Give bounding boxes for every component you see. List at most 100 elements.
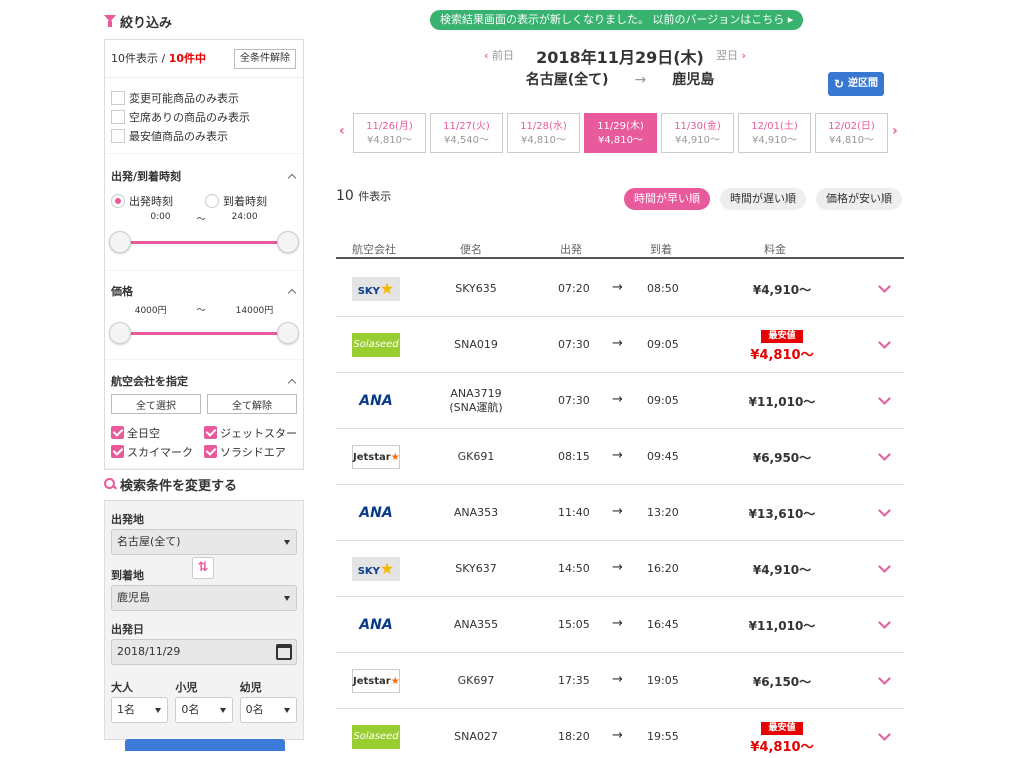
star-icon: ★	[390, 452, 400, 463]
destination-select[interactable]: 鹿児島	[111, 585, 297, 611]
checkbox[interactable]	[111, 90, 125, 105]
date-tab[interactable]: 11/27(火) ¥4,540〜	[430, 113, 503, 153]
slider-handle-min[interactable]	[109, 231, 131, 253]
checked-icon[interactable]	[204, 426, 217, 439]
chevron-down-icon[interactable]	[878, 728, 891, 741]
date-tab-price: ¥4,910〜	[675, 135, 720, 146]
flight-row[interactable]: Solaseed SNA019 07:30 → 09:05 最安値 ¥4,810〜	[336, 317, 904, 373]
price-range-values: 4000円 〜 14000円	[105, 303, 303, 319]
flight-code: GK697	[457, 674, 495, 687]
slider-handle-max[interactable]	[277, 231, 299, 253]
reverse-route-button[interactable]: 逆区間	[828, 72, 884, 96]
date-tab[interactable]: 11/28(水) ¥4,810〜	[507, 113, 580, 153]
search-button[interactable]	[125, 739, 285, 751]
swap-icon[interactable]: ⇅	[192, 557, 214, 579]
option-cheapest-only[interactable]: 最安値商品のみ表示	[105, 126, 303, 145]
origin-select[interactable]: 名古屋(全て)	[111, 529, 297, 555]
flight-row[interactable]: ANA ANA3719 (SNA運航) 07:30 → 09:05 ¥11,010〜	[336, 373, 904, 429]
flight-row[interactable]: ANA ANA353 11:40 → 13:20 ¥13,610〜	[336, 485, 904, 541]
adult-select[interactable]: 1名	[111, 697, 169, 723]
chevron-left-icon[interactable]: ‹	[339, 123, 345, 139]
airline-logo: ANA	[352, 501, 400, 525]
price-section-header[interactable]: 価格	[105, 281, 303, 303]
checked-icon[interactable]	[111, 426, 124, 439]
prev-day-link[interactable]: ‹ 前日	[484, 47, 514, 63]
airline-section: 航空会社を指定 全て選択 全て解除 全日空 ジェットスター スカイマーク ソラシ…	[105, 360, 303, 468]
chevron-down-icon[interactable]	[878, 336, 891, 349]
option-changeable[interactable]: 変更可能商品のみ表示	[105, 88, 303, 107]
airline-checkbox-jetstar[interactable]: ジェットスター	[204, 424, 297, 441]
airline-checkbox-solaseed[interactable]: ソラシドエア	[204, 443, 297, 460]
option-seats-available[interactable]: 空席ありの商品のみ表示	[105, 107, 303, 126]
date-tab[interactable]: 12/02(日) ¥4,810〜	[815, 113, 888, 153]
time-from: 0:00	[150, 212, 171, 222]
fare-value: ¥11,010〜	[748, 619, 816, 633]
collapse-icon[interactable]	[287, 173, 297, 183]
chevron-down-icon[interactable]	[878, 560, 891, 573]
date-tab[interactable]: 11/29(木) ¥4,810〜	[584, 113, 657, 153]
fare-value: ¥13,610〜	[748, 507, 816, 521]
clear-all-button[interactable]: 全条件解除	[234, 49, 296, 69]
sidebar: 絞り込み 10件表示 / 10件中 全条件解除 変更可能商品のみ表示 空席ありの…	[104, 0, 304, 751]
radio-departure-time[interactable]: 出発時刻	[105, 192, 173, 210]
next-day-label: 翌日	[716, 49, 738, 62]
checkbox[interactable]	[111, 109, 125, 124]
chevron-down-icon[interactable]	[878, 672, 891, 685]
chevron-right-icon[interactable]: ›	[892, 123, 898, 139]
collapse-icon[interactable]	[287, 288, 297, 298]
chevron-down-icon[interactable]	[878, 392, 891, 405]
price-slider[interactable]	[109, 321, 299, 345]
flight-row[interactable]: ANA ANA355 15:05 → 16:45 ¥11,010〜	[336, 597, 904, 653]
filter-title: 絞り込み	[120, 15, 173, 31]
flight-row[interactable]: SKY★ SKY635 07:20 → 08:50 ¥4,910〜	[336, 261, 904, 317]
date-tab[interactable]: 11/30(金) ¥4,910〜	[661, 113, 734, 153]
departure-time: 11:40	[558, 506, 590, 519]
chevron-down-icon[interactable]	[878, 448, 891, 461]
new-version-notice[interactable]: 検索結果画面の表示が新しくなりました。 以前のバージョンはこちら ▸	[430, 10, 804, 30]
slider-handle-max[interactable]	[277, 322, 299, 344]
date-input[interactable]: 2018/11/29	[111, 639, 297, 665]
radio-button[interactable]	[111, 194, 125, 208]
date-tab-price: ¥4,910〜	[752, 135, 797, 146]
date-tab[interactable]: 11/26(月) ¥4,810〜	[353, 113, 426, 153]
slider-handle-min[interactable]	[109, 322, 131, 344]
chevron-down-icon[interactable]	[878, 504, 891, 517]
flight-row[interactable]: Jetstar★ GK697 17:35 → 19:05 ¥6,150〜	[336, 653, 904, 709]
checked-icon[interactable]	[204, 445, 217, 458]
option-label: 変更可能商品のみ表示	[129, 91, 239, 105]
flight-row[interactable]: Jetstar★ GK691 08:15 → 09:45 ¥6,950〜	[336, 429, 904, 485]
calendar-icon[interactable]	[276, 644, 292, 660]
sort-latest-button[interactable]: 時間が遅い順	[720, 188, 806, 210]
slider-track	[119, 241, 289, 244]
chevron-down-icon[interactable]	[878, 616, 891, 629]
airline-logo: SKY★	[352, 557, 400, 581]
option-label: 最安値商品のみ表示	[129, 129, 228, 143]
time-range-values: 0:00 〜 24:00	[105, 212, 303, 228]
radio-button[interactable]	[205, 194, 219, 208]
sort-earliest-button[interactable]: 時間が早い順	[624, 188, 710, 210]
airline-checkbox-skymark[interactable]: スカイマーク	[111, 443, 204, 460]
time-section-header[interactable]: 出発/到着時刻	[105, 164, 303, 190]
flight-row[interactable]: Solaseed SNA027 18:20 → 19:55 最安値 ¥4,810〜	[336, 709, 904, 758]
sort-price-button[interactable]: 価格が安い順	[816, 188, 902, 210]
infant-select[interactable]: 0名	[239, 697, 297, 723]
flight-row[interactable]: SKY★ SKY637 14:50 → 16:20 ¥4,910〜	[336, 541, 904, 597]
airline-checkbox-ana[interactable]: 全日空	[111, 424, 204, 441]
fare: ¥13,610〜	[732, 505, 832, 522]
deselect-all-airlines-button[interactable]: 全て解除	[207, 394, 297, 414]
checked-icon[interactable]	[111, 445, 124, 458]
date-tab[interactable]: 12/01(土) ¥4,910〜	[738, 113, 811, 153]
child-select[interactable]: 0名	[175, 697, 233, 723]
airline-section-header[interactable]: 航空会社を指定	[105, 370, 303, 394]
airline-logo: Jetstar★	[352, 669, 400, 693]
collapse-icon[interactable]	[287, 378, 297, 388]
time-slider[interactable]	[109, 230, 299, 254]
route-destination: 鹿児島	[672, 72, 715, 88]
arrival-time: 09:05	[647, 394, 679, 407]
next-day-link[interactable]: 翌日 ›	[716, 47, 746, 63]
select-all-airlines-button[interactable]: 全て選択	[111, 394, 201, 414]
checkbox[interactable]	[111, 128, 125, 143]
radio-arrival-time[interactable]: 到着時刻	[199, 192, 267, 210]
arrival-time: 09:45	[647, 450, 679, 463]
chevron-down-icon[interactable]	[878, 280, 891, 293]
